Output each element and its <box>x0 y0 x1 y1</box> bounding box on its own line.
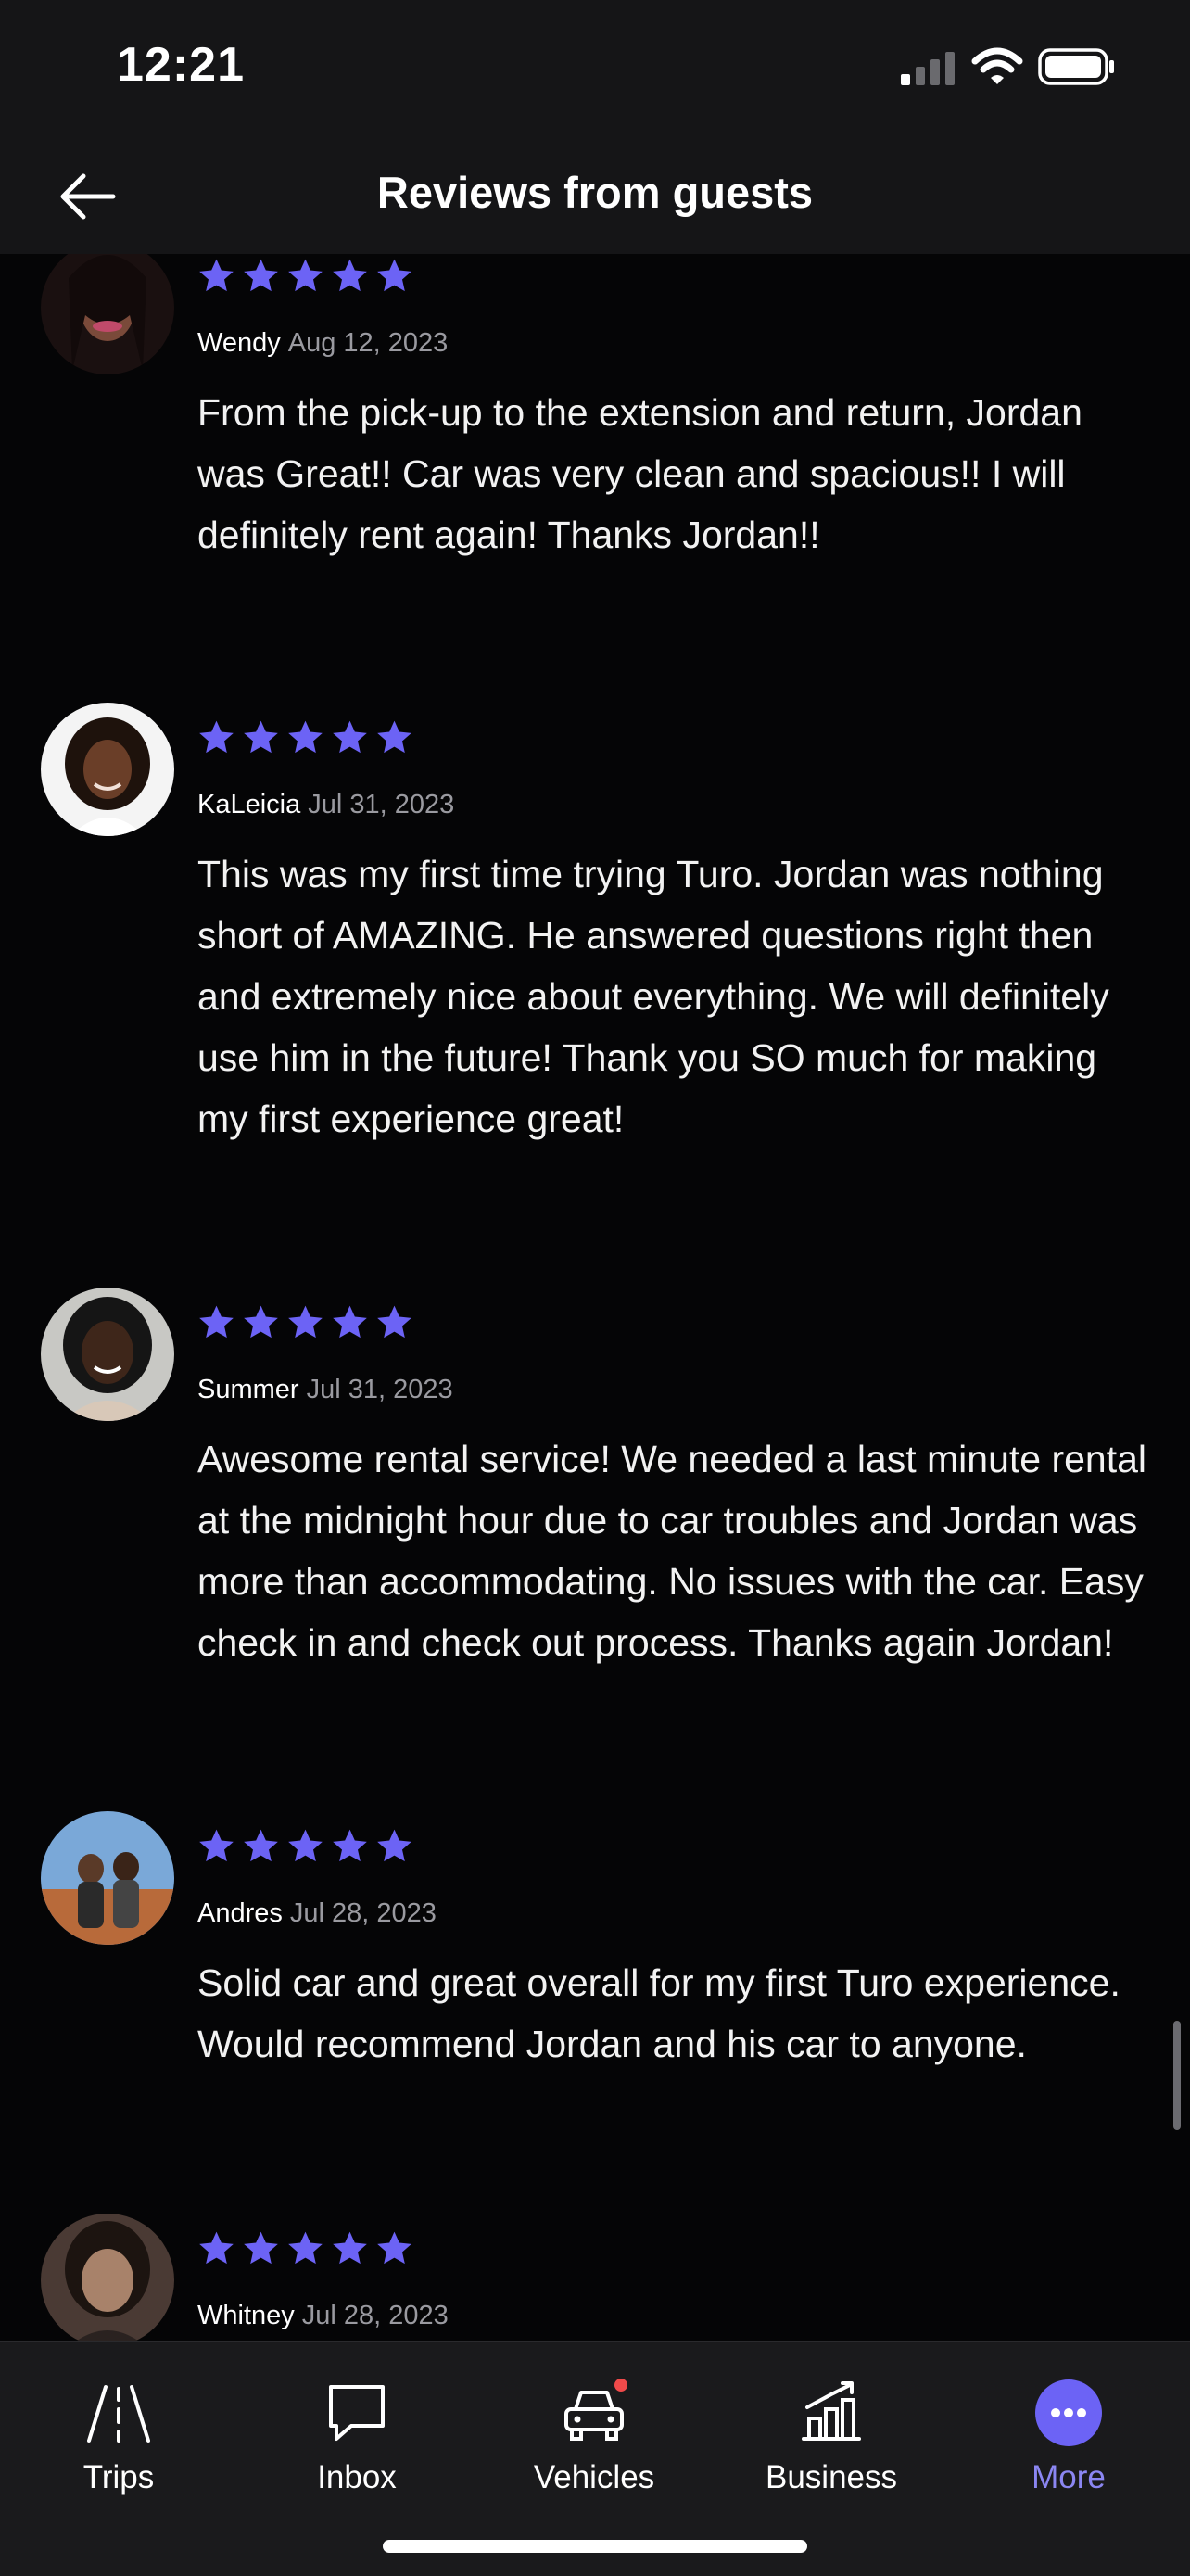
status-bar: 12:21 <box>0 0 1190 139</box>
page-title: Reviews from guests <box>376 168 814 217</box>
wifi-icon <box>971 47 1023 84</box>
star-icon <box>377 1305 411 1339</box>
reviewer-avatar[interactable] <box>41 2214 174 2341</box>
review-meta: KaLeicia Jul 31, 2023 <box>197 790 454 820</box>
star-icon <box>333 720 367 754</box>
star-icon <box>199 1305 234 1339</box>
star-icon <box>288 2231 323 2265</box>
review-date: Jul 31, 2023 <box>306 1375 453 1404</box>
review-date: Jul 31, 2023 <box>308 790 455 819</box>
reviewer-name[interactable]: Wendy <box>197 328 281 358</box>
star-icon <box>244 259 278 292</box>
review-meta: Summer Jul 31, 2023 <box>197 1375 453 1405</box>
star-icon <box>199 2231 234 2265</box>
tab-vehicles[interactable]: Vehicles <box>501 2359 687 2498</box>
review-date: Jul 28, 2023 <box>301 2301 449 2330</box>
car-icon <box>564 2379 627 2441</box>
reviewer-name[interactable]: Whitney <box>197 2301 295 2330</box>
reviewer-avatar[interactable] <box>41 254 174 374</box>
star-icon <box>333 259 367 292</box>
star-icon <box>199 720 234 754</box>
reviewer-name[interactable]: Andres <box>197 1898 283 1928</box>
road-icon <box>87 2385 150 2443</box>
review-text: Solid car and great overall for my first… <box>197 1961 1120 2065</box>
star-rating <box>197 1828 413 1865</box>
reviewer-name[interactable]: Summer <box>197 1375 299 1404</box>
reviewer-name[interactable]: KaLeicia <box>197 790 300 819</box>
tab-more[interactable]: More <box>976 2359 1161 2498</box>
star-icon <box>288 720 323 754</box>
star-icon <box>333 1305 367 1339</box>
review-meta: Whitney Jul 28, 2023 <box>197 2301 449 2331</box>
tab-label: More <box>1032 2459 1106 2495</box>
nav-header: Reviews from guests <box>0 139 1190 254</box>
scrollbar-thumb[interactable] <box>1173 2021 1181 2130</box>
tab-label: Trips <box>82 2459 155 2495</box>
reviewer-avatar[interactable] <box>41 1811 174 1945</box>
chat-bubble-icon <box>329 2385 385 2441</box>
star-icon <box>377 2231 411 2265</box>
star-icon <box>377 1829 411 1862</box>
star-icon <box>288 259 323 292</box>
star-icon <box>333 2231 367 2265</box>
review-list[interactable]: Wendy Aug 12, 2023 From the pick-up to th… <box>0 254 1190 2341</box>
tab-label: Vehicles <box>533 2459 655 2495</box>
review-text: From the pick-up to the extension and re… <box>197 391 1082 556</box>
tab-label: Inbox <box>317 2459 397 2495</box>
star-icon <box>288 1305 323 1339</box>
star-icon <box>199 259 234 292</box>
cellular-signal-icon <box>901 52 955 85</box>
star-icon <box>377 259 411 292</box>
star-rating <box>197 719 413 756</box>
review-meta: Andres Jul 28, 2023 <box>197 1898 437 1929</box>
star-icon <box>244 2231 278 2265</box>
star-icon <box>288 1829 323 1862</box>
review-date: Jul 28, 2023 <box>289 1898 437 1928</box>
reviewer-avatar[interactable] <box>41 703 174 836</box>
star-icon <box>377 720 411 754</box>
star-icon <box>244 1829 278 1862</box>
tab-trips[interactable]: Trips <box>26 2359 211 2498</box>
review-meta: Wendy Aug 12, 2023 <box>197 328 448 359</box>
tab-label: Business <box>765 2459 898 2495</box>
tab-business[interactable]: Business <box>739 2359 924 2498</box>
reviewer-avatar[interactable] <box>41 1288 174 1421</box>
star-rating <box>197 1304 413 1341</box>
status-time: 12:21 <box>117 38 245 92</box>
star-rating <box>197 258 413 295</box>
review-text: This was my first time trying Turo. Jord… <box>197 853 1109 1140</box>
star-icon <box>199 1829 234 1862</box>
review-date: Aug 12, 2023 <box>287 328 449 358</box>
bar-chart-icon <box>802 2381 861 2441</box>
star-icon <box>244 720 278 754</box>
star-rating <box>197 2230 413 2267</box>
battery-icon <box>1038 48 1114 85</box>
more-dots-icon <box>1035 2379 1102 2446</box>
star-icon <box>333 1829 367 1862</box>
review-text: Awesome rental service! We needed a last… <box>197 1438 1147 1664</box>
notification-badge <box>614 2379 627 2392</box>
tab-inbox[interactable]: Inbox <box>264 2359 449 2498</box>
star-icon <box>244 1305 278 1339</box>
home-indicator[interactable] <box>383 2540 807 2553</box>
